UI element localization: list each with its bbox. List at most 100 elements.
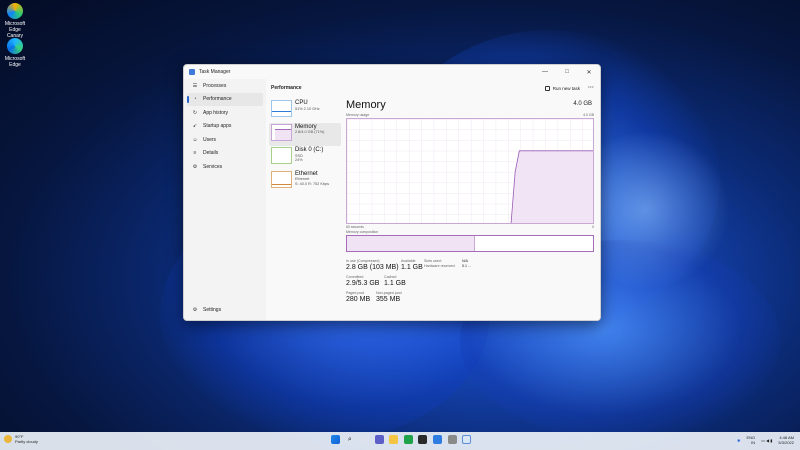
- close-button[interactable]: ✕: [578, 65, 600, 79]
- users-icon: ☺: [192, 136, 198, 143]
- task-manager-window: Task Manager — □ ✕ ☰ Processes ◔ Perform…: [183, 64, 601, 321]
- more-options-button[interactable]: ···: [588, 85, 594, 91]
- task-manager-icon: [189, 69, 195, 75]
- resource-subtitle: 24%: [295, 158, 303, 163]
- sidebar-item-app-history[interactable]: ↻ App history: [187, 106, 263, 120]
- detail-title: Memory: [346, 99, 386, 111]
- memory-usage-max: 4.0 GB: [583, 113, 594, 117]
- resource-subtitle: 51% 2.10 GHz: [295, 106, 320, 111]
- resource-subtitle: 2.8/4.0 GB (71%): [295, 130, 325, 134]
- sidebar-item-users[interactable]: ☺ Users: [187, 133, 263, 147]
- clock[interactable]: 4:48 AM 5/3/2022: [778, 435, 794, 445]
- task-view-icon[interactable]: [359, 435, 369, 444]
- edge-canary-taskbar-icon[interactable]: [403, 435, 413, 444]
- weather-widget[interactable]: 90°F Partly cloudy: [4, 434, 38, 444]
- sidebar-item-label: Processes: [203, 82, 227, 89]
- sidebar-item-label: Details: [203, 150, 219, 157]
- stat-value: 1.1 GB: [401, 264, 423, 271]
- resource-subtitle: S: 40.0 R: 752 Kbps: [295, 181, 329, 186]
- system-tray: ✱ ENG IN ▭ ◀ ▮ 4:48 AM 5/3/2022: [737, 435, 794, 445]
- stat-value: 5.1 ...: [462, 264, 471, 268]
- details-icon: ≡: [193, 150, 197, 157]
- settings-taskbar-icon[interactable]: [447, 435, 457, 444]
- desktop-icon-label: Microsoft Edge: [4, 56, 26, 68]
- store-icon[interactable]: [418, 435, 428, 444]
- sidebar-item-label: Settings: [203, 307, 222, 314]
- startup-apps-icon: ➹: [192, 123, 198, 130]
- bluetooth-icon[interactable]: ✱: [737, 438, 740, 443]
- run-task-icon: [544, 85, 550, 91]
- window-title: Task Manager: [199, 69, 231, 75]
- search-icon[interactable]: ⌕: [345, 435, 354, 444]
- page-title: Performance: [271, 85, 302, 91]
- file-explorer-icon[interactable]: [389, 435, 399, 444]
- memory-detail: Memory 4.0 GB Memory usage 4.0 GB 60 sec…: [346, 99, 594, 319]
- memory-usage-chart: [510, 150, 593, 223]
- region-code: IN: [751, 440, 756, 445]
- clock-date: 5/3/2022: [778, 440, 794, 445]
- resource-item-ethernet[interactable]: Ethernet Ethernet S: 40.0 R: 752 Kbps: [269, 170, 341, 193]
- edge-canary-icon: [7, 3, 23, 19]
- language-indicator[interactable]: ENG IN: [746, 435, 755, 445]
- disk-thumbnail-graph: [271, 147, 292, 164]
- chat-icon[interactable]: [374, 435, 384, 444]
- maximize-button[interactable]: □: [556, 65, 578, 79]
- resource-item-disk[interactable]: Disk 0 (C:) SSD 24%: [269, 146, 341, 169]
- stat-value: 1.1 GB: [384, 280, 406, 287]
- memory-usage-label: Memory usage: [346, 113, 370, 117]
- start-button[interactable]: [330, 435, 340, 444]
- taskbar: 90°F Partly cloudy ⌕ ✱ ENG IN ▭ ◀ ▮ 4:48…: [0, 432, 800, 450]
- stat-available: Available 1.1 GB: [401, 259, 423, 272]
- sidebar-item-performance[interactable]: ◔ Performance: [187, 92, 263, 106]
- sidebar-item-label: Users: [203, 136, 217, 143]
- resource-item-cpu[interactable]: CPU 51% 2.10 GHz: [269, 99, 341, 122]
- stat-value: 355 MB: [376, 296, 401, 303]
- task-manager-taskbar-icon[interactable]: [462, 435, 472, 444]
- weather-sun-icon: [4, 435, 12, 443]
- app-history-icon: ↻: [192, 109, 198, 116]
- sidebar-item-processes[interactable]: ☰ Processes: [187, 79, 263, 93]
- stat-label: Hardware reserved:: [424, 264, 456, 268]
- stat-committed: Committed 2.9/5.3 GB: [346, 275, 379, 288]
- memory-composition-bar: [346, 235, 594, 252]
- weather-desc: Partly cloudy: [15, 439, 38, 444]
- settings-icon: ⚙: [192, 307, 198, 314]
- services-icon: ⚙: [192, 163, 198, 170]
- stat-slots-used: Slots used: Hardware reserved:: [424, 259, 456, 269]
- sidebar-item-services[interactable]: ⚙ Services: [187, 160, 263, 174]
- desktop-icon-label: Microsoft Edge Canary: [4, 21, 26, 39]
- resource-name: Disk 0 (C:): [295, 147, 324, 153]
- edge-icon: [7, 38, 23, 54]
- resource-list: CPU 51% 2.10 GHz Memory 2.8/4.0 GB (71%)…: [269, 99, 341, 193]
- sidebar-item-label: Services: [203, 163, 223, 170]
- minimize-button[interactable]: —: [534, 65, 556, 79]
- sidebar-item-label: App history: [203, 109, 229, 116]
- run-new-task-button[interactable]: Run new task: [544, 85, 580, 91]
- graph-time-label: 60 seconds: [346, 225, 364, 229]
- ethernet-thumbnail-graph: [271, 170, 292, 188]
- desktop-icon-edge[interactable]: Microsoft Edge: [2, 38, 28, 68]
- performance-icon: ◔: [193, 96, 197, 103]
- memory-total: 4.0 GB: [573, 101, 592, 107]
- memory-in-use-segment: [347, 236, 475, 251]
- taskbar-apps: ⌕: [328, 435, 474, 444]
- resource-item-memory[interactable]: Memory 2.8/4.0 GB (71%): [269, 122, 341, 146]
- stat-slots-values: N/A 5.1 ...: [462, 259, 471, 269]
- sidebar-item-label: Performance: [203, 96, 232, 103]
- sidebar-item-label: Startup apps: [203, 123, 232, 130]
- title-bar[interactable]: Task Manager — □ ✕: [184, 65, 600, 79]
- stat-value: 2.8 GB (103 MB): [346, 264, 399, 271]
- edge-taskbar-icon[interactable]: [432, 435, 442, 444]
- sidebar-item-settings[interactable]: ⚙ Settings: [187, 304, 263, 318]
- stat-in-use: In use (Compressed) 2.8 GB (103 MB): [346, 259, 399, 272]
- content-header: Performance Run new task ···: [266, 79, 600, 97]
- sidebar-item-startup-apps[interactable]: ➹ Startup apps: [187, 120, 263, 134]
- desktop-icon-edge-canary[interactable]: Microsoft Edge Canary: [2, 3, 28, 39]
- stat-value: 2.9/5.3 GB: [346, 280, 380, 287]
- memory-composition-label: Memory composition: [346, 230, 379, 234]
- memory-stats: In use (Compressed) 2.8 GB (103 MB) Avai…: [346, 259, 592, 319]
- graph-zero-label: 0: [592, 225, 594, 229]
- network-volume-battery-icons[interactable]: ▭ ◀ ▮: [761, 438, 772, 443]
- sidebar-item-details[interactable]: ≡ Details: [187, 147, 263, 161]
- processes-icon: ☰: [192, 82, 198, 89]
